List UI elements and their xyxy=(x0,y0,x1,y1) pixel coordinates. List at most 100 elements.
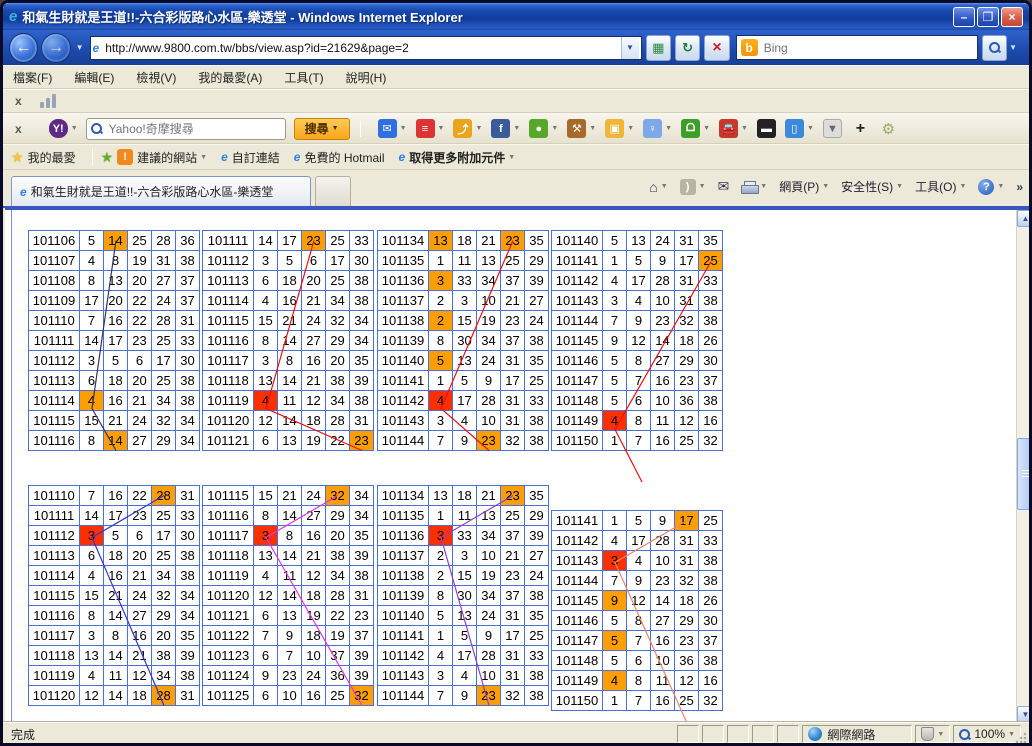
shopping-bag-icon[interactable]: ▣ xyxy=(605,119,624,138)
number-cell: 25 xyxy=(326,231,350,251)
draw-row: 10114757162337 xyxy=(552,371,723,391)
draw-id-cell: 101111 xyxy=(203,231,254,251)
number-cell: 23 xyxy=(675,371,699,391)
recycle-bin-icon[interactable]: ▯ xyxy=(785,119,804,138)
menu-item-favorites[interactable]: 我的最愛(A) xyxy=(198,69,262,86)
read-mail-button[interactable]: ✉ xyxy=(718,178,730,195)
bin-dropdown[interactable]: ▼ xyxy=(807,125,814,132)
address-dropdown[interactable]: ▼ xyxy=(621,37,639,59)
custom-links-button[interactable]: e自訂連結 xyxy=(221,149,280,166)
back-button[interactable]: ← xyxy=(9,33,38,63)
mail-icon[interactable]: ✉ xyxy=(378,119,397,138)
refresh-button[interactable]: ↻ xyxy=(675,35,700,61)
home-button[interactable]: ⌂▼ xyxy=(649,179,667,195)
menu-item-file[interactable]: 檔案(F) xyxy=(13,69,52,86)
number-cell: 17 xyxy=(675,251,699,271)
yahoo-logo-icon[interactable]: Y! xyxy=(49,119,68,138)
suggested-sites-button[interactable]: ★!建議的網站▼ xyxy=(101,149,208,166)
menu-item-edit[interactable]: 編輯(E) xyxy=(74,69,114,86)
yahoo-search-box[interactable] xyxy=(86,118,286,140)
number-cell: 11 xyxy=(651,671,675,691)
page-menu-button[interactable]: 網頁(P)▼ xyxy=(779,178,829,195)
shopping-dropdown[interactable]: ▼ xyxy=(627,125,634,132)
number-cell-highlight-orange: 28 xyxy=(152,486,176,506)
safety-menu-button[interactable]: 安全性(S)▼ xyxy=(841,178,903,195)
movies-icon[interactable]: ▬ xyxy=(757,119,776,138)
monster-dropdown[interactable]: ▼ xyxy=(703,125,710,132)
tab-new[interactable] xyxy=(315,176,351,206)
settings-gear-icon[interactable]: ⚙ xyxy=(879,119,898,138)
lightbulb-dropdown[interactable]: ▼ xyxy=(665,125,672,132)
number-cell: 24 xyxy=(525,566,549,586)
close-toolbar-icon[interactable]: x xyxy=(15,94,22,108)
car-dropdown[interactable]: ▼ xyxy=(741,125,748,132)
close-button[interactable]: × xyxy=(1001,7,1023,27)
number-cell: 17 xyxy=(152,351,176,371)
folder-icon[interactable]: ⤴ xyxy=(453,119,472,138)
free-hotmail-button[interactable]: e免費的 Hotmail xyxy=(294,149,385,166)
search-input[interactable] xyxy=(762,38,973,57)
search-go-button[interactable] xyxy=(982,35,1007,61)
number-cell-highlight-orange: 9 xyxy=(603,591,627,611)
draw-id-cell: 101146 xyxy=(552,351,603,371)
search-box[interactable]: b xyxy=(736,35,978,60)
lightbulb-icon[interactable]: ♀ xyxy=(643,119,662,138)
overflow-dropdown[interactable]: ▼ xyxy=(823,119,842,138)
sports-icon[interactable]: ● xyxy=(529,119,548,138)
menu-item-tools[interactable]: 工具(T) xyxy=(284,69,323,86)
monster-icon[interactable]: ᗝ xyxy=(681,119,700,138)
recent-pages-dropdown[interactable]: ▼ xyxy=(76,43,84,52)
yahoo-close-icon[interactable]: x xyxy=(15,122,22,136)
vertical-scrollbar[interactable]: ▲ ▼ xyxy=(1016,210,1032,721)
favorites-button[interactable]: ★我的最愛 xyxy=(11,149,76,166)
number-cell: 35 xyxy=(350,526,374,546)
number-cell: 32 xyxy=(699,691,723,711)
address-bar[interactable]: e ▼ xyxy=(90,36,642,60)
scroll-up-button[interactable]: ▲ xyxy=(1017,210,1032,227)
restore-button[interactable]: ❐ xyxy=(977,7,999,27)
news-icon[interactable]: ≡ xyxy=(416,119,435,138)
scroll-down-button[interactable]: ▼ xyxy=(1017,706,1032,721)
yahoo-search-button[interactable]: 搜尋▼ xyxy=(294,118,350,140)
number-cell: 6 xyxy=(254,606,278,626)
forward-button[interactable]: → xyxy=(41,33,70,63)
mail-dropdown[interactable]: ▼ xyxy=(400,125,407,132)
facebook-dropdown[interactable]: ▼ xyxy=(513,125,520,132)
yahoo-menu-dropdown[interactable]: ▼ xyxy=(71,125,78,132)
auction-icon[interactable]: ⚒ xyxy=(567,119,586,138)
minimize-button[interactable]: – xyxy=(953,7,975,27)
sports-dropdown[interactable]: ▼ xyxy=(551,125,558,132)
scroll-thumb[interactable] xyxy=(1017,438,1032,510)
facebook-icon[interactable]: f xyxy=(491,119,510,138)
draw-id-cell: 101144 xyxy=(552,571,603,591)
rss-button[interactable]: )▼ xyxy=(680,179,706,195)
tools-menu-button[interactable]: 工具(O)▼ xyxy=(915,178,966,195)
address-input[interactable] xyxy=(103,38,620,58)
status-pane xyxy=(677,725,699,743)
folder-dropdown[interactable]: ▼ xyxy=(475,125,482,132)
toolbar-overflow-chevron[interactable]: » xyxy=(1016,180,1023,194)
resize-grip[interactable] xyxy=(1015,732,1027,744)
add-favorite-icon: ★ xyxy=(101,149,114,166)
stop-button[interactable]: × xyxy=(704,35,729,61)
help-button[interactable]: ?▼ xyxy=(978,179,1004,195)
auction-dropdown[interactable]: ▼ xyxy=(589,125,596,132)
draw-id-cell: 101143 xyxy=(378,666,429,686)
compatibility-view-button[interactable]: ▦ xyxy=(646,35,671,61)
news-dropdown[interactable]: ▼ xyxy=(438,125,445,132)
yahoo-search-input[interactable] xyxy=(107,121,281,137)
number-cell: 4 xyxy=(627,551,651,571)
number-cell: 19 xyxy=(326,626,350,646)
search-options-dropdown[interactable]: ▼ xyxy=(1009,43,1017,52)
add-button-icon[interactable]: + xyxy=(851,119,870,138)
protection-pane[interactable]: ▼ xyxy=(915,725,950,743)
menu-item-help[interactable]: 說明(H) xyxy=(346,69,387,86)
print-button[interactable]: ▼ xyxy=(741,181,767,193)
tab-active[interactable]: e 和氣生財就是王道!!-六合彩版路心水區-樂透堂 xyxy=(11,176,311,206)
number-cell: 21 xyxy=(128,391,152,411)
zoom-pane[interactable]: 100%▼ xyxy=(953,725,1021,743)
get-more-addons-button[interactable]: e取得更多附加元件▼ xyxy=(399,149,516,166)
tab-favicon: e xyxy=(20,185,27,199)
menu-item-view[interactable]: 檢視(V) xyxy=(136,69,176,86)
car-icon[interactable]: 🚘 xyxy=(719,119,738,138)
